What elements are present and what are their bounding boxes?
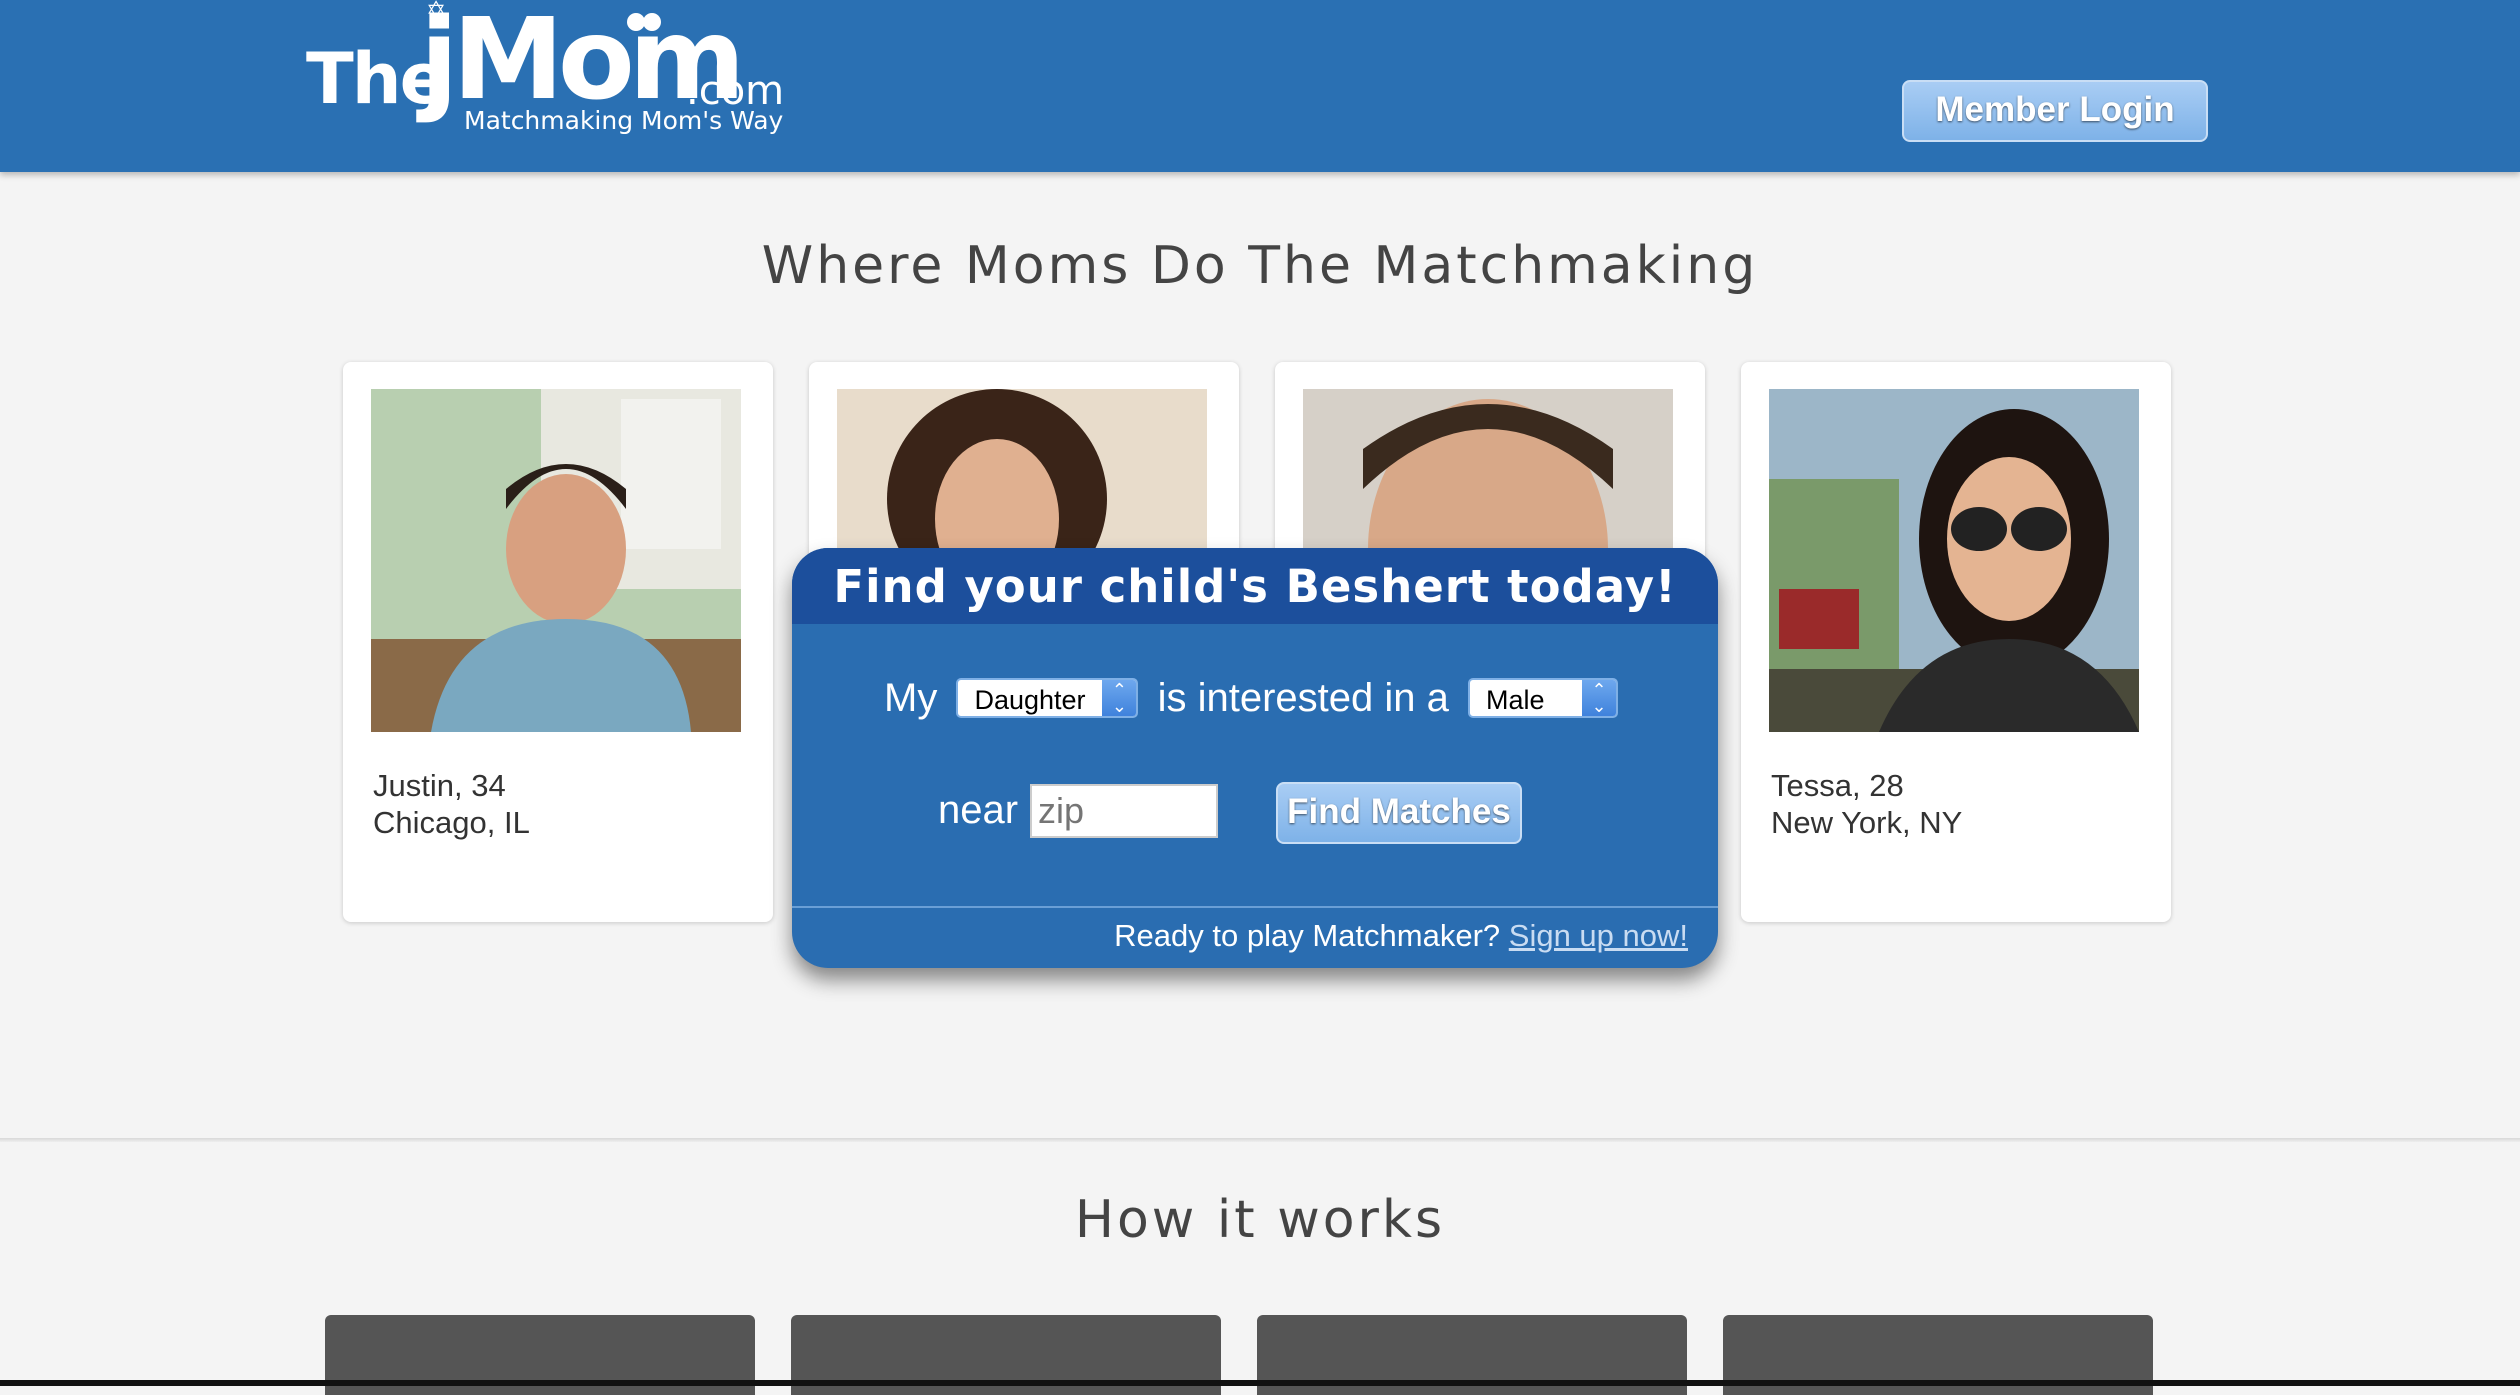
profile-name-age: Tessa, 28: [1771, 768, 1904, 803]
section-divider: [0, 1138, 2520, 1142]
interested-label: is interested in a: [1157, 675, 1449, 720]
child-select[interactable]: Daughter ⌃ ⌄: [956, 678, 1139, 719]
find-matches-button[interactable]: Find Matches: [1276, 782, 1522, 844]
search-panel: Find your child's Beshert today! My Daug…: [792, 548, 1718, 968]
zip-input[interactable]: [1030, 784, 1218, 838]
profile-caption: Tessa, 28 New York, NY: [1771, 767, 1962, 841]
profile-name-age: Justin, 34: [373, 768, 506, 803]
member-login-button[interactable]: Member Login: [1902, 80, 2208, 142]
near-label: near: [938, 788, 1019, 832]
search-panel-footer: Ready to play Matchmaker? Sign up now!: [792, 906, 1718, 968]
site-logo[interactable]: ✡ The jMom .com Matchmaking Mom's Way: [306, 0, 786, 144]
gender-select[interactable]: Male ⌃ ⌄: [1467, 678, 1618, 719]
profile-photo[interactable]: [1769, 389, 2139, 732]
signup-link[interactable]: Sign up now!: [1509, 918, 1688, 953]
my-label: My: [884, 675, 938, 720]
site-header: ✡ The jMom .com Matchmaking Mom's Way Me…: [0, 0, 2520, 172]
search-panel-title: Find your child's Beshert today!: [792, 548, 1718, 624]
profile-card[interactable]: Justin, 34 Chicago, IL: [343, 362, 773, 922]
profile-card[interactable]: Tessa, 28 New York, NY: [1741, 362, 2171, 922]
bottom-edge: [0, 1380, 2520, 1386]
matchmaker-prompt: Ready to play Matchmaker?: [1114, 918, 1501, 953]
select-arrows-icon: ⌃ ⌄: [1102, 680, 1137, 717]
profile-photo[interactable]: [371, 389, 741, 732]
how-it-works-title: How it works: [1074, 1190, 1446, 1250]
select-arrows-icon: ⌃ ⌄: [1581, 680, 1616, 717]
logo-tagline: Matchmaking Mom's Way: [464, 106, 784, 135]
child-select-value: Daughter: [974, 685, 1086, 716]
search-row-1: My Daughter ⌃ ⌄ is interested in a Male ⌃…: [792, 674, 1718, 721]
profile-location: Chicago, IL: [373, 805, 530, 840]
gender-select-value: Male: [1485, 685, 1545, 716]
profile-caption: Justin, 34 Chicago, IL: [373, 767, 530, 841]
profile-location: New York, NY: [1771, 805, 1963, 840]
hero-title: Where Moms Do The Matchmaking: [761, 236, 1759, 296]
hearts-icon: [627, 13, 661, 31]
